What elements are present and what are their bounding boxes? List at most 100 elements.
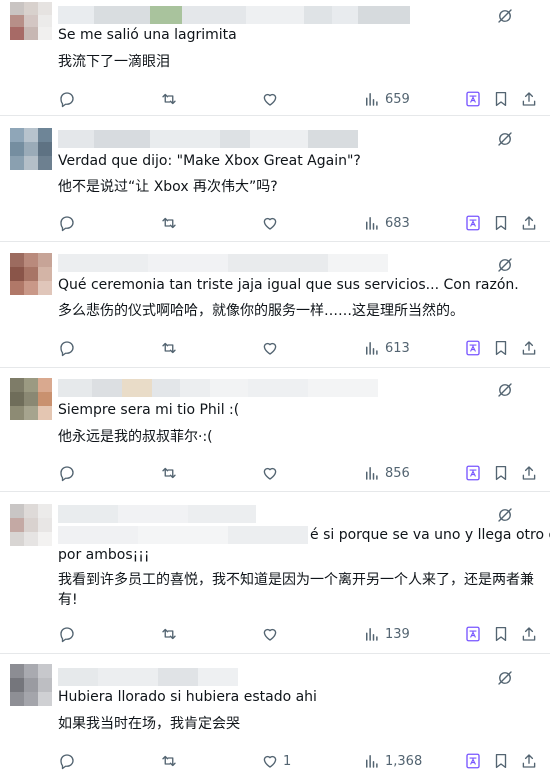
views-button[interactable]: 139	[363, 623, 410, 645]
post-3[interactable]: Qué ceremonia tan triste jaja igual que …	[0, 242, 550, 368]
author-name-redacted[interactable]	[58, 668, 238, 686]
action-bar: 856	[0, 462, 550, 484]
retweet-button[interactable]	[160, 88, 178, 110]
view-count: 613	[385, 340, 410, 356]
bookmark-button[interactable]	[492, 750, 510, 772]
views-button[interactable]: 613	[363, 337, 410, 359]
retweet-button[interactable]	[160, 750, 178, 772]
bookmark-button[interactable]	[492, 462, 510, 484]
avatar[interactable]	[10, 253, 52, 295]
post-text-original: Se me salió una lagrimita	[58, 27, 237, 43]
reply-button[interactable]	[58, 623, 76, 645]
views-icon	[363, 90, 381, 108]
like-icon	[261, 464, 279, 482]
retweet-button[interactable]	[160, 212, 178, 234]
redacted-text	[58, 526, 308, 544]
post-2[interactable]: Verdad que dijo: "Make Xbox Great Again"…	[0, 116, 550, 242]
grok-icon[interactable]	[496, 506, 514, 524]
author-name-redacted[interactable]	[58, 505, 256, 523]
view-count: 856	[385, 465, 410, 481]
like-button[interactable]	[261, 88, 283, 110]
author-name-redacted[interactable]	[58, 254, 388, 272]
post-text-original-2: por ambos¡¡¡	[58, 547, 150, 563]
translate-button[interactable]	[464, 212, 482, 234]
post-4[interactable]: Siempre sera mi tio Phil :( 他永远是我的叔叔菲尔·:…	[0, 368, 550, 492]
grok-icon[interactable]	[496, 130, 514, 148]
share-button[interactable]	[520, 623, 538, 645]
post-text-translation: 他永远是我的叔叔菲尔·:(	[58, 429, 213, 445]
views-button[interactable]: 683	[363, 212, 410, 234]
avatar[interactable]	[10, 128, 52, 170]
view-count: 1,368	[385, 753, 423, 769]
action-bar: 659	[0, 88, 550, 110]
post-5[interactable]: é si porque se va uno y llega otro o por…	[0, 492, 550, 654]
translate-button[interactable]	[464, 88, 482, 110]
translate-button[interactable]	[464, 337, 482, 359]
like-button[interactable]	[261, 462, 283, 484]
avatar[interactable]	[10, 664, 52, 706]
translate-icon	[464, 90, 482, 108]
like-icon	[261, 752, 279, 770]
retweet-button[interactable]	[160, 337, 178, 359]
action-bar: 613	[0, 337, 550, 359]
bookmark-icon	[492, 90, 510, 108]
author-name-redacted[interactable]	[58, 379, 378, 397]
action-bar: 139	[0, 623, 550, 645]
share-button[interactable]	[520, 750, 538, 772]
reply-icon	[58, 90, 76, 108]
like-button[interactable]: 1	[261, 750, 291, 772]
author-name-redacted[interactable]	[58, 6, 410, 24]
bookmark-button[interactable]	[492, 212, 510, 234]
like-button[interactable]	[261, 212, 283, 234]
retweet-button[interactable]	[160, 462, 178, 484]
post-6[interactable]: Hubiera llorado si hubiera estado ahi 如果…	[0, 654, 550, 783]
like-button[interactable]	[261, 623, 283, 645]
avatar[interactable]	[10, 378, 52, 420]
like-count: 1	[283, 753, 292, 769]
post-text-original: Hubiera llorado si hubiera estado ahi	[58, 689, 317, 705]
share-button[interactable]	[520, 337, 538, 359]
translate-button[interactable]	[464, 750, 482, 772]
bookmark-button[interactable]	[492, 337, 510, 359]
author-name-redacted[interactable]	[58, 130, 358, 148]
reply-button[interactable]	[58, 88, 76, 110]
reply-button[interactable]	[58, 337, 76, 359]
avatar[interactable]	[10, 504, 52, 546]
post-text-original-1: é si porque se va uno y llega otro o	[310, 527, 550, 543]
share-button[interactable]	[520, 462, 538, 484]
translate-button[interactable]	[464, 462, 482, 484]
translate-button[interactable]	[464, 623, 482, 645]
views-icon	[363, 214, 381, 232]
retweet-button[interactable]	[160, 623, 178, 645]
share-button[interactable]	[520, 212, 538, 234]
bookmark-button[interactable]	[492, 623, 510, 645]
share-icon	[520, 339, 538, 357]
post-text-original: Siempre sera mi tio Phil :(	[58, 402, 240, 418]
grok-icon[interactable]	[496, 381, 514, 399]
like-button[interactable]	[261, 337, 283, 359]
views-button[interactable]: 856	[363, 462, 410, 484]
reply-button[interactable]	[58, 212, 76, 234]
views-button[interactable]: 659	[363, 88, 410, 110]
reply-button[interactable]	[58, 462, 76, 484]
grok-icon[interactable]	[496, 7, 514, 25]
share-icon	[520, 625, 538, 643]
bookmark-button[interactable]	[492, 88, 510, 110]
share-icon	[520, 464, 538, 482]
share-icon	[520, 214, 538, 232]
post-text-original: Verdad que dijo: "Make Xbox Great Again"…	[58, 153, 361, 169]
grok-icon[interactable]	[496, 669, 514, 687]
bookmark-icon	[492, 464, 510, 482]
reply-icon	[58, 625, 76, 643]
share-icon	[520, 90, 538, 108]
grok-icon[interactable]	[496, 256, 514, 274]
post-1[interactable]: Se me salió una lagrimita 我流下了一滴眼泪 659	[0, 0, 550, 116]
avatar[interactable]	[10, 2, 52, 40]
share-button[interactable]	[520, 88, 538, 110]
reply-icon	[58, 339, 76, 357]
reply-button[interactable]	[58, 750, 76, 772]
views-button[interactable]: 1,368	[363, 750, 422, 772]
reply-icon	[58, 464, 76, 482]
translate-icon	[464, 625, 482, 643]
like-icon	[261, 339, 279, 357]
